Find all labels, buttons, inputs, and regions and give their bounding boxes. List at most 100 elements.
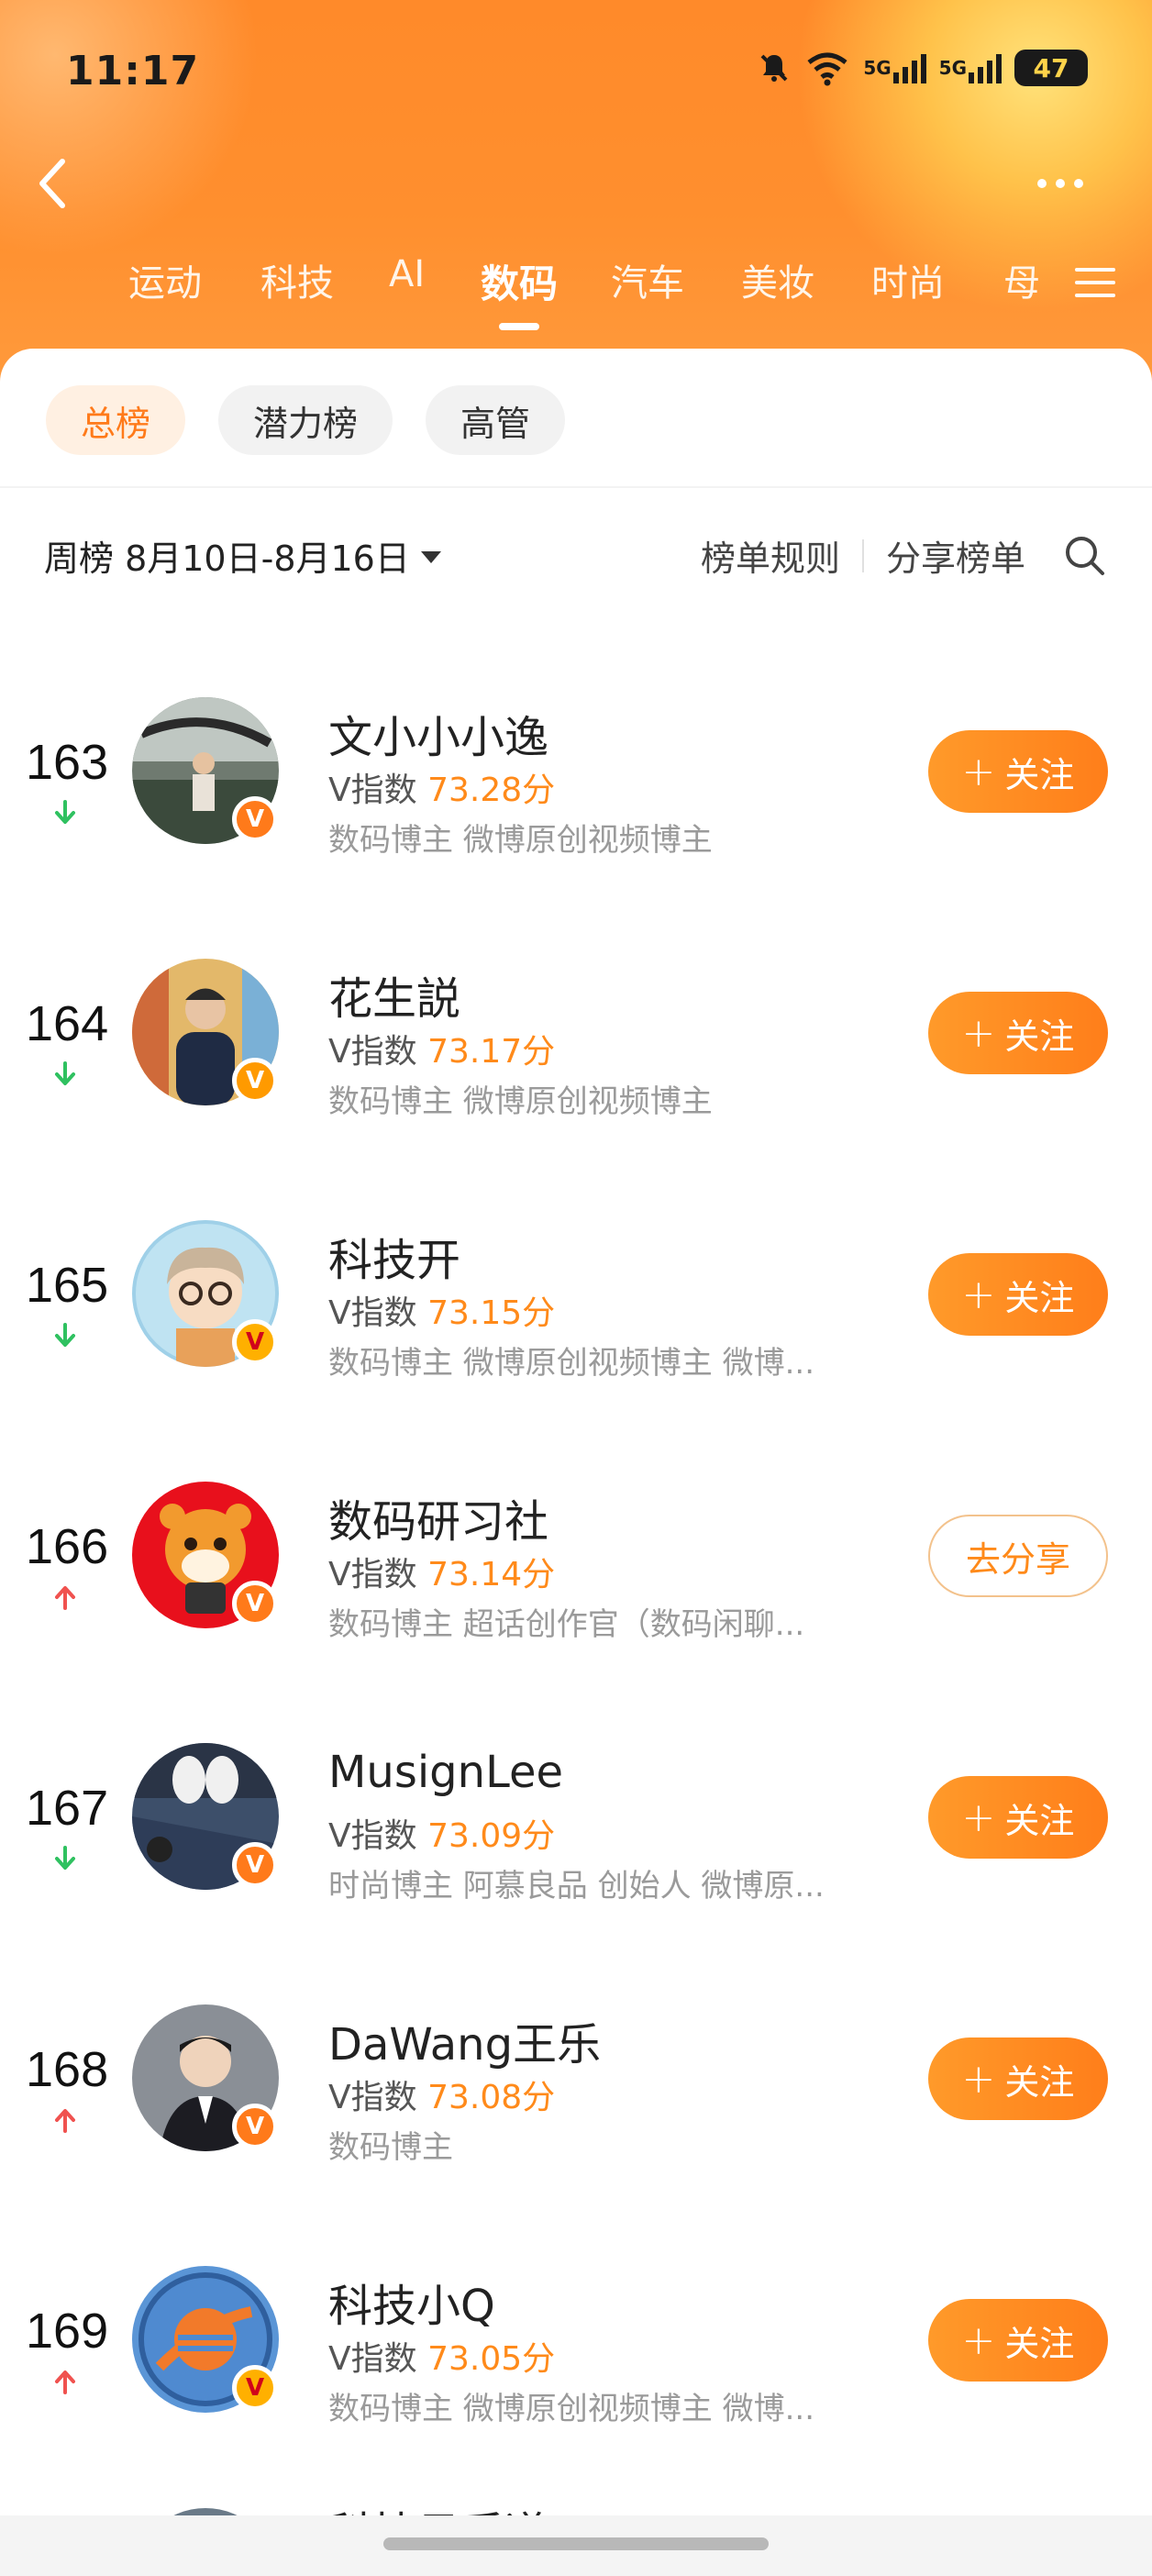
account-description: 时尚博主 阿慕良品 创始人 微博原... <box>328 1868 825 1904</box>
tab-mother[interactable]: 母 <box>1003 253 1040 306</box>
search-icon[interactable] <box>1062 533 1108 579</box>
list-item[interactable]: 168 V DaWang王乐 V指数 73.08分 数码博主 + 关注 <box>0 1968 1152 2229</box>
rank-number: 167 <box>26 1781 109 1836</box>
list-item[interactable]: 167 V MusignLee V指数 73.09分 时尚博主 阿慕良品 创始人… <box>0 1706 1152 1968</box>
plus-icon: + <box>961 2316 996 2364</box>
home-indicator[interactable] <box>383 2537 769 2550</box>
back-button[interactable] <box>26 147 81 220</box>
v-index: V指数 73.14分 <box>328 1548 555 1595</box>
sub-tab-potential[interactable]: 潜力榜 <box>218 385 393 455</box>
more-dots-icon <box>1037 179 1047 188</box>
list-item[interactable]: 164 V 花生説 V指数 73.17分 数码博主 微博原创视频博主 + 关注 <box>0 922 1152 1183</box>
plus-icon: + <box>961 1793 996 1841</box>
tab-fashion[interactable]: 时尚 <box>871 253 945 306</box>
sub-tab-executives[interactable]: 高管 <box>426 385 566 455</box>
menu-line <box>1075 268 1115 272</box>
category-tabs: 运动 科技 AI 数码 汽车 美妆 时尚 母 <box>0 253 1152 336</box>
account-name[interactable]: 科技小Q <box>328 2270 495 2334</box>
v-index-score: 73.14分 <box>427 1556 556 1593</box>
v-index-score: 73.05分 <box>427 2340 556 2378</box>
v-index-score: 73.09分 <box>427 1817 556 1855</box>
period-actions: 榜单规则 分享榜单 <box>701 530 1108 581</box>
tab-digital[interactable]: 数码 <box>481 253 558 309</box>
hamburger-icon[interactable] <box>1075 268 1115 301</box>
rank-number: 163 <box>26 735 109 790</box>
wifi-icon <box>804 50 850 86</box>
follow-label: 关注 <box>1004 1016 1075 1057</box>
follow-label: 关注 <box>1004 2061 1075 2103</box>
account-description: 数码博主 微博原创视频博主 微博... <box>328 2391 815 2427</box>
follow-button[interactable]: + 关注 <box>928 992 1108 1074</box>
follow-label: 关注 <box>1004 1800 1075 1841</box>
list-item[interactable]: 165 V 科技开 V指数 73.15分 数码博主 微博原创视频博主 微博...… <box>0 1183 1152 1445</box>
v-index-label: V指数 <box>328 2079 417 2116</box>
account-name[interactable]: 文小小小逸 <box>328 701 548 765</box>
follow-button[interactable]: + 关注 <box>928 1776 1108 1859</box>
v-index-score: 73.17分 <box>427 1033 556 1071</box>
rank-number: 166 <box>26 1519 109 1574</box>
battery-icon: 47 <box>1014 50 1088 86</box>
v-index: V指数 73.28分 <box>328 763 555 811</box>
trend-down-icon <box>55 1061 75 1085</box>
sub-tabs: 总榜 潜力榜 高管 <box>46 385 566 455</box>
tab-beauty[interactable]: 美妆 <box>741 253 814 306</box>
tab-tech[interactable]: 科技 <box>260 253 334 306</box>
v-index-label: V指数 <box>328 2340 417 2378</box>
share-button[interactable]: 去分享 <box>928 1515 1108 1597</box>
sub-tab-overall[interactable]: 总榜 <box>46 385 186 455</box>
v-index: V指数 73.08分 <box>328 2071 555 2118</box>
mute-icon <box>757 50 792 85</box>
rules-link[interactable]: 榜单规则 <box>701 530 840 581</box>
plus-icon: + <box>961 1009 996 1057</box>
period-row: 周榜 8月10日-8月16日 榜单规则 分享榜单 <box>44 523 1108 587</box>
v-badge-icon: V <box>232 1319 278 1365</box>
trend-down-icon <box>55 1846 75 1870</box>
plus-icon: + <box>961 2055 996 2103</box>
v-index: V指数 73.17分 <box>328 1025 555 1072</box>
account-name[interactable]: 数码研习社 <box>328 1485 548 1549</box>
signal-5g-icon-2: 5G <box>939 52 1002 83</box>
signal-5g-icon: 5G <box>863 52 926 83</box>
rank-number: 164 <box>26 996 109 1051</box>
v-index-score: 73.08分 <box>427 2079 556 2116</box>
more-dot <box>1056 179 1065 188</box>
list-item[interactable]: 169 V 科技小Q V指数 73.05分 数码博主 微博原创视频博主 微博..… <box>0 2229 1152 2491</box>
follow-label: 关注 <box>1004 2323 1075 2364</box>
trend-up-icon <box>55 2371 75 2394</box>
follow-button[interactable]: + 关注 <box>928 2299 1108 2382</box>
v-badge-icon: V <box>232 1058 278 1104</box>
more-button[interactable] <box>1024 156 1097 211</box>
v-index-label: V指数 <box>328 1033 417 1071</box>
follow-label: 关注 <box>1004 1277 1075 1318</box>
v-badge-icon: V <box>232 2365 278 2411</box>
follow-button[interactable]: + 关注 <box>928 2037 1108 2120</box>
v-index-score: 73.15分 <box>427 1294 556 1332</box>
plus-icon: + <box>961 1271 996 1318</box>
tab-sports[interactable]: 运动 <box>128 253 202 306</box>
account-name[interactable]: MusignLee <box>328 1747 563 1798</box>
more-dot <box>1074 179 1083 188</box>
trend-down-icon <box>55 800 75 824</box>
v-badge-icon: V <box>232 796 278 842</box>
rank-number: 168 <box>26 2042 109 2097</box>
status-icons: 5G 5G 47 <box>757 50 1088 86</box>
active-tab-indicator <box>499 323 539 330</box>
tab-auto[interactable]: 汽车 <box>611 253 684 306</box>
v-badge-icon: V <box>232 1842 278 1888</box>
follow-button[interactable]: + 关注 <box>928 730 1108 813</box>
period-selector[interactable]: 周榜 8月10日-8月16日 <box>44 530 441 581</box>
list-item[interactable]: 163 V 文小小小逸 V指数 73.28分 数码博主 微博原创视频博主 + 关注 <box>0 661 1152 922</box>
v-index-label: V指数 <box>328 1556 417 1593</box>
trend-down-icon <box>55 1323 75 1347</box>
account-name[interactable]: 花生説 <box>328 962 460 1027</box>
trend-up-icon <box>55 1586 75 1610</box>
v-badge-icon: V <box>232 2104 278 2149</box>
ranking-sheet: 总榜 潜力榜 高管 周榜 8月10日-8月16日 榜单规则 分享榜单 163 V… <box>0 349 1152 2576</box>
list-item[interactable]: 166 V 数码研习社 V指数 73.14分 数码博主 超话创作官（数码闲聊..… <box>0 1445 1152 1706</box>
follow-button[interactable]: + 关注 <box>928 1253 1108 1336</box>
account-name[interactable]: 科技开 <box>328 1224 460 1288</box>
share-list-link[interactable]: 分享榜单 <box>886 530 1025 581</box>
tab-ai[interactable]: AI <box>389 253 425 295</box>
account-name[interactable]: DaWang王乐 <box>328 2008 601 2072</box>
v-badge-icon: V <box>232 1581 278 1627</box>
